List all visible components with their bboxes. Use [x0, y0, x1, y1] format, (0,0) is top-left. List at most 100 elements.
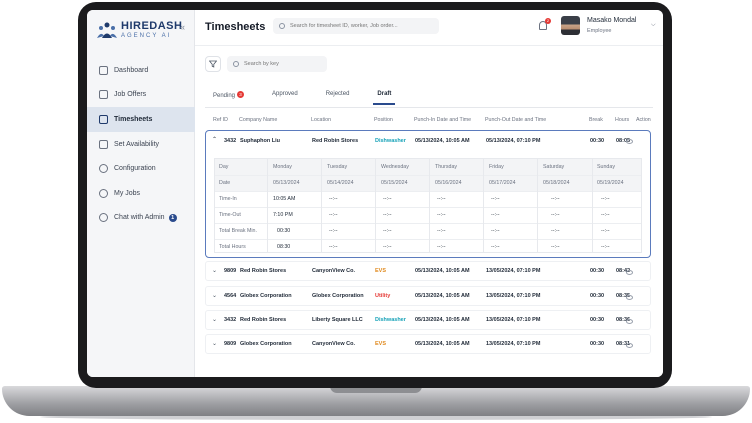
chat-icon: [99, 213, 108, 223]
sidebar-item-job-offers[interactable]: Job Offers: [87, 83, 195, 108]
tab-rejected[interactable]: Rejected: [326, 91, 350, 105]
cell-company: Suphaphon Liu: [240, 138, 281, 144]
brand-logo: HIREDASH AGENCY AI: [97, 20, 182, 40]
cell-punch-in: 05/13/2024, 10:05 AM: [415, 341, 470, 347]
cell-location: Red Robin Stores: [312, 138, 359, 144]
table-header: Ref ID Company Name Location Position Pu…: [205, 114, 653, 126]
cell-position: EVS: [375, 268, 387, 274]
tabs-divider: [205, 107, 653, 108]
sidebar-item-label: My Jobs: [114, 189, 141, 197]
view-eye-icon[interactable]: [626, 270, 633, 275]
filter-button[interactable]: [205, 56, 221, 72]
break-value: --:--: [551, 228, 560, 234]
label-total-break: Total Break Min.: [219, 228, 257, 234]
chevron-down-icon[interactable]: ⌄: [212, 340, 217, 347]
time-out-value: --:--: [601, 212, 610, 218]
table-row[interactable]: ⌃ 3432 Suphaphon Liu Red Robin Stores Di…: [206, 131, 650, 151]
day-name: Tuesday: [327, 164, 348, 170]
cell-punch-in: 05/13/2024, 10:05 AM: [415, 268, 470, 274]
cell-location: CanyonView Co.: [312, 341, 355, 347]
chevron-up-icon[interactable]: ⌃: [212, 136, 217, 143]
day-date: 05/16/2024: [435, 180, 462, 186]
tab-draft[interactable]: Draft: [373, 91, 396, 105]
day-name: Monday: [273, 164, 292, 170]
sidebar-item-label: Chat with Admin: [114, 214, 165, 222]
day-name: Thursday: [435, 164, 458, 170]
global-search[interactable]: [273, 18, 439, 34]
sidebar-item-my-jobs[interactable]: My Jobs: [87, 181, 195, 206]
search-key-input[interactable]: [244, 61, 327, 67]
chevron-down-icon[interactable]: ⌄: [212, 267, 217, 274]
pending-count-badge: 3: [237, 91, 245, 98]
break-value: --:--: [329, 228, 338, 234]
expanded-table-row: ⌃ 3432 Suphaphon Liu Red Robin Stores Di…: [205, 130, 651, 258]
time-out-value: --:--: [551, 212, 560, 218]
sidebar-item-timesheets[interactable]: Timesheets: [87, 107, 195, 132]
chevron-down-icon[interactable]: ⌄: [212, 292, 217, 299]
table-row[interactable]: ⌄ 9809 Globex Corporation CanyonView Co.…: [205, 334, 651, 354]
table-row[interactable]: ⌄ 9809 Red Robin Stores CanyonView Co. E…: [205, 261, 651, 281]
label-time-in: Time-In: [219, 196, 237, 202]
notification-badge: 2: [545, 18, 551, 24]
view-eye-icon[interactable]: [626, 139, 633, 144]
cell-punch-out: 13/05/2024, 07:10 PM: [486, 341, 541, 347]
logo-icon: [97, 20, 117, 40]
top-header: Timesheets 2 Masako Mondal Employee ⌵: [195, 10, 663, 46]
brand-name: HIREDASH: [121, 20, 183, 32]
day-date: 05/17/2024: [489, 180, 516, 186]
sidebar-item-label: Job Offers: [114, 91, 147, 99]
col-hours: Hours: [615, 117, 630, 123]
cell-company: Red Robin Stores: [240, 268, 287, 274]
sidebar-item-set-availability[interactable]: Set Availability: [87, 132, 195, 157]
col-punch-out: Punch-Out Date and Time: [485, 117, 547, 123]
time-in-value: --:--: [551, 196, 560, 202]
view-eye-icon[interactable]: [626, 343, 633, 348]
search-by-key[interactable]: [227, 56, 327, 72]
view-eye-icon[interactable]: [626, 295, 633, 300]
search-icon: [233, 61, 239, 67]
user-role: Employee: [587, 28, 612, 34]
time-in-value: --:--: [491, 196, 500, 202]
tab-pending[interactable]: Pending 3: [213, 91, 245, 105]
time-in-value: --:--: [601, 196, 610, 202]
global-search-input[interactable]: [290, 23, 430, 29]
time-out-value: --:--: [437, 212, 446, 218]
calendar-icon: [99, 139, 108, 149]
day-date: 05/19/2024: [597, 180, 624, 186]
cell-location: Liberty Square LLC: [312, 317, 363, 323]
search-icon: [279, 23, 285, 29]
time-out-value: 7:10 PM: [273, 212, 293, 218]
brand-sub: AGENCY AI: [121, 33, 172, 39]
app-screen: HIREDASH AGENCY AI « Dashboard Job Offer…: [87, 10, 663, 377]
col-company-name: Company Name: [239, 117, 278, 123]
day-name: Saturday: [543, 164, 565, 170]
laptop-frame: HIREDASH AGENCY AI « Dashboard Job Offer…: [0, 0, 752, 423]
cell-break: 00:30: [590, 317, 605, 323]
cell-punch-out: 13/05/2024, 07:10 PM: [486, 293, 541, 299]
cell-ref-id: 4564: [224, 293, 237, 299]
hours-value: 08:30: [277, 244, 291, 250]
tab-approved[interactable]: Approved: [272, 91, 298, 105]
dashboard-icon: [99, 65, 108, 75]
time-in-value: --:--: [383, 196, 392, 202]
cell-ref-id: 9809: [224, 341, 237, 347]
chevron-down-icon[interactable]: ⌄: [212, 316, 217, 323]
avatar[interactable]: [561, 16, 580, 35]
break-value: --:--: [601, 228, 610, 234]
view-eye-icon[interactable]: [626, 319, 633, 324]
cell-position: Dishwasher: [375, 317, 406, 323]
weekly-timesheet-grid: Day Date Time-In Time-Out Total Break Mi…: [214, 158, 642, 253]
table-row[interactable]: ⌄ 4564 Globex Corporation Globex Corpora…: [205, 286, 651, 306]
collapse-sidebar-icon[interactable]: «: [180, 22, 185, 32]
hours-value: --:--: [491, 244, 500, 250]
sidebar-item-dashboard[interactable]: Dashboard: [87, 58, 195, 83]
sidebar-item-chat-with-admin[interactable]: Chat with Admin 1: [87, 206, 195, 231]
chat-badge: 1: [168, 213, 177, 222]
sidebar-item-configuration[interactable]: Configuration: [87, 156, 195, 181]
gear-icon: [99, 164, 108, 174]
chevron-down-icon[interactable]: ⌵: [651, 22, 656, 29]
day-date: 05/13/2024: [273, 180, 300, 186]
cell-ref-id: 9809: [224, 268, 237, 274]
cell-punch-in: 05/13/2024, 10:05 AM: [415, 293, 470, 299]
table-row[interactable]: ⌄ 3432 Red Robin Stores Liberty Square L…: [205, 310, 651, 330]
